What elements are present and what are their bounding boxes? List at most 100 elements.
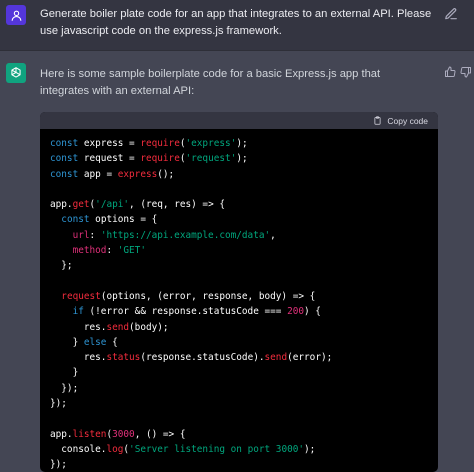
code-token: }); bbox=[50, 459, 67, 471]
code-token: send bbox=[264, 352, 288, 364]
code-token: const bbox=[50, 153, 79, 165]
copy-code-button[interactable]: Copy code bbox=[373, 116, 428, 126]
code-line: const options = { bbox=[50, 212, 332, 227]
code-line: if (!error && response.statusCode === 20… bbox=[50, 304, 332, 319]
code-token: method bbox=[72, 245, 107, 257]
code-token: log bbox=[106, 443, 124, 455]
code-token: (!error && response.statusCode === bbox=[83, 306, 288, 318]
code-line: } bbox=[50, 365, 332, 380]
code-line: res.status(response.statusCode).send(err… bbox=[50, 350, 332, 365]
code-token: 'https://api.example.com/data' bbox=[100, 229, 271, 241]
code-token: express bbox=[117, 168, 158, 180]
code-token: options = { bbox=[89, 214, 158, 226]
thumbs-down-icon[interactable] bbox=[460, 66, 472, 78]
code-line: }); bbox=[50, 457, 332, 472]
code-line: }); bbox=[50, 396, 332, 411]
code-token: 3000 bbox=[112, 428, 135, 440]
code-block: Copy code const express = require('expre… bbox=[40, 112, 438, 472]
user-message: Generate boiler plate code for an app th… bbox=[0, 0, 474, 50]
clipboard-icon bbox=[374, 116, 381, 125]
code-token: ) { bbox=[304, 306, 321, 318]
code-token: res. bbox=[50, 321, 107, 333]
edit-icon[interactable] bbox=[444, 7, 458, 21]
code-token: const bbox=[50, 138, 79, 149]
code-token: const bbox=[50, 168, 79, 180]
assistant-message-text: Here is some sample boilerplate code for… bbox=[40, 68, 381, 97]
code-line: const app = express(); bbox=[50, 167, 332, 182]
code-line: } else { bbox=[50, 335, 332, 350]
code-token: const bbox=[61, 214, 90, 226]
code-line: app.get('/api', (req, res) => { bbox=[50, 197, 332, 212]
code-line: res.send(body); bbox=[50, 320, 332, 335]
code-token: res. bbox=[50, 352, 107, 364]
code-token: 'Server listening on port 3000' bbox=[129, 443, 305, 455]
code-token: app = bbox=[78, 168, 118, 180]
code-line: }; bbox=[50, 258, 332, 273]
code-token: express = bbox=[78, 138, 141, 149]
code-line: url: 'https://api.example.com/data', bbox=[50, 228, 332, 243]
copy-code-label: Copy code bbox=[387, 115, 428, 126]
assistant-avatar bbox=[6, 63, 26, 83]
code-token: else bbox=[83, 336, 107, 348]
code-token: } bbox=[50, 367, 79, 379]
code-token: (body); bbox=[129, 321, 169, 333]
code-token: }; bbox=[50, 260, 73, 272]
code-token: 'GET' bbox=[117, 245, 146, 257]
code-token: }); bbox=[50, 398, 67, 410]
code-token: listen bbox=[72, 428, 107, 440]
message-divider bbox=[0, 50, 474, 51]
code-token: ); bbox=[304, 443, 316, 455]
code-token: url bbox=[72, 229, 90, 241]
code-token: (options, (error, response, body) => { bbox=[100, 290, 316, 302]
code-token: }); bbox=[50, 382, 79, 394]
code-line: const request = require('request'); bbox=[50, 151, 332, 166]
code-line: app.listen(3000, () => { bbox=[50, 427, 332, 442]
code-token: ); bbox=[236, 153, 248, 165]
code-token: (response.statusCode). bbox=[140, 352, 265, 364]
code-token: , bbox=[270, 229, 276, 241]
openai-logo-icon bbox=[11, 67, 21, 78]
user-avatar bbox=[6, 5, 26, 25]
code-token: require bbox=[140, 153, 180, 165]
code-line: request(options, (error, response, body)… bbox=[50, 289, 332, 304]
code-line: console.log('Server listening on port 30… bbox=[50, 442, 332, 457]
code-line: const express = require('express'); bbox=[50, 136, 332, 151]
code-token: (error); bbox=[287, 352, 333, 364]
thumbs-up-icon[interactable] bbox=[444, 66, 456, 78]
code-token: 'express' bbox=[185, 138, 237, 149]
code-token: send bbox=[106, 321, 130, 333]
code-token: : bbox=[106, 245, 118, 257]
code-token: request bbox=[61, 290, 101, 302]
code-token: 'request' bbox=[185, 153, 237, 165]
code-token: status bbox=[106, 352, 141, 364]
code-token: if bbox=[72, 306, 84, 318]
code-token: { bbox=[106, 336, 118, 348]
code-token: require bbox=[140, 138, 180, 149]
user-icon bbox=[11, 10, 21, 21]
code-token: , (req, res) => { bbox=[129, 199, 225, 211]
code-line: method: 'GET' bbox=[50, 243, 332, 258]
code-token: ); bbox=[236, 138, 248, 149]
code-token: app. bbox=[50, 428, 73, 440]
code-token: (); bbox=[157, 168, 175, 180]
code-token: console. bbox=[50, 443, 107, 455]
code-token: request = bbox=[78, 153, 141, 165]
code-token: } bbox=[50, 336, 84, 348]
code-block-header: Copy code bbox=[40, 112, 438, 129]
code-token: : bbox=[89, 229, 101, 241]
code-content: const express = require('express'); const… bbox=[50, 136, 332, 472]
code-token: , () => { bbox=[134, 428, 186, 440]
code-line: }); bbox=[50, 381, 332, 396]
code-token: '/api' bbox=[95, 199, 130, 211]
code-token: get bbox=[72, 199, 90, 211]
code-token: app. bbox=[50, 199, 73, 211]
user-message-text: Generate boiler plate code for an app th… bbox=[40, 8, 432, 37]
